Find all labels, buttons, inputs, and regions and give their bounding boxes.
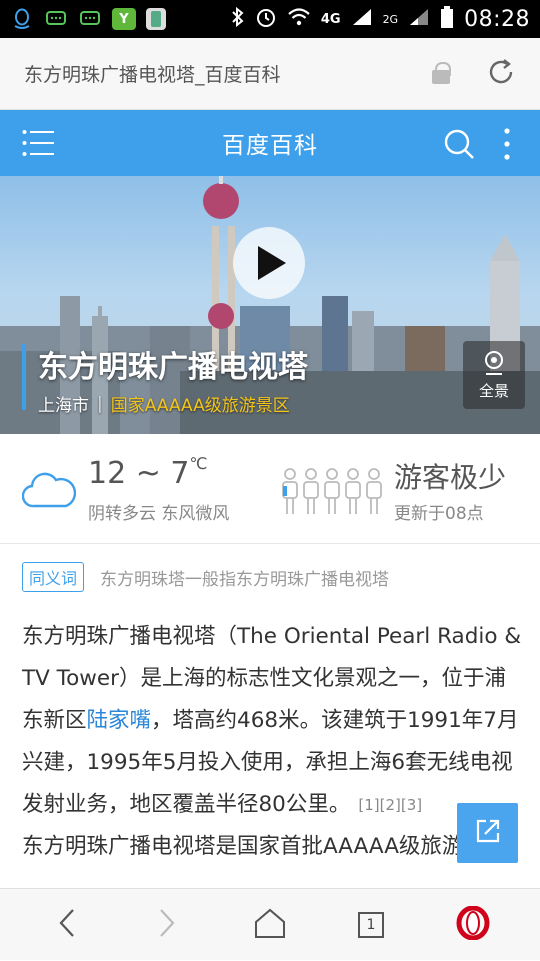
temperature-unit: ℃ [189, 454, 208, 473]
reference-links[interactable]: [1][2][3] [358, 796, 422, 814]
title-accent-bar [22, 344, 26, 410]
tabs-button[interactable]: 1 [326, 889, 416, 961]
synonym-row: 同义词 东方明珠塔一般指东方明珠广播电视塔 [22, 562, 389, 592]
battery-icon [440, 6, 454, 32]
more-vert-icon[interactable] [503, 127, 511, 165]
weather-description: 阴转多云 东风微风 [88, 504, 230, 524]
alarm-icon [255, 6, 277, 32]
location-pin-icon [483, 350, 505, 380]
status-bar: Y 4G 2G 08:28 [0, 0, 540, 38]
clock: 08:28 [464, 6, 530, 32]
panorama-button[interactable]: 全景 [463, 341, 525, 409]
weather-crowd-panel: 12 ~ 7℃ 阴转多云 东风微风 游客极少 更新于08点 [0, 434, 540, 544]
share-icon [475, 818, 501, 848]
article-paragraph-2: 东方明珠广播电视塔是国家首批AAAAA级旅游景区 [22, 834, 507, 859]
network-4g-label: 4G [320, 11, 341, 27]
opera-logo-icon [456, 905, 490, 944]
wifi-icon [287, 7, 311, 31]
hero-banner[interactable]: 东方明珠广播电视塔 上海市 | 国家AAAAA级旅游景区 全景 [0, 176, 540, 434]
panorama-label: 全景 [478, 381, 509, 400]
opera-menu-button[interactable] [428, 889, 518, 961]
chevron-right-icon [159, 908, 175, 942]
phone-manager-icon [146, 8, 166, 30]
baike-header: 百度百科 [0, 110, 540, 176]
play-video-button[interactable] [233, 227, 305, 299]
message-icon [44, 8, 68, 30]
back-button[interactable] [22, 889, 112, 961]
lujiazui-link[interactable]: 陆家嘴 [87, 708, 152, 733]
page-url-title[interactable]: 东方明珠广播电视塔_百度百科 [24, 60, 432, 87]
synonym-tag[interactable]: 同义词 [22, 562, 85, 592]
cloud-icon [21, 470, 77, 514]
article-body: 东方明珠广播电视塔（The Oriental Pearl Radio & TV … [22, 616, 522, 868]
search-icon[interactable] [442, 127, 476, 165]
home-icon [254, 908, 286, 942]
browser-address-bar[interactable]: 东方明珠广播电视塔_百度百科 [0, 38, 540, 110]
message-icon-2 [78, 8, 102, 30]
crowd-level: 游客极少 [394, 461, 507, 494]
hero-title: 东方明珠广播电视塔 [38, 350, 308, 385]
bluetooth-icon [231, 6, 245, 31]
synonym-text: 东方明珠塔一般指东方明珠广播电视塔 [100, 569, 390, 590]
crowd-people-icon [280, 466, 384, 522]
signal-icon-2 [408, 7, 430, 31]
forward-button[interactable] [122, 889, 212, 961]
city-label[interactable]: 上海市 [38, 391, 89, 416]
network-2g-label: 2G [382, 12, 399, 26]
chevron-left-icon [59, 908, 75, 942]
share-button[interactable] [457, 803, 518, 863]
separator: | [97, 393, 103, 414]
temperature-range: 12 ~ 7℃ [88, 454, 208, 491]
home-button[interactable] [225, 889, 315, 961]
app-y-icon: Y [112, 8, 136, 30]
signal-icon [351, 7, 373, 31]
tab-count: 1 [358, 912, 384, 938]
temperature-value: 12 ~ 7 [88, 456, 190, 491]
qq-notification-icon [10, 8, 34, 30]
lock-icon [432, 61, 451, 84]
hero-subtitle: 上海市 | 国家AAAAA级旅游景区 [38, 391, 290, 417]
crowd-update-time: 更新于08点 [394, 504, 484, 524]
scenic-level-badge[interactable]: 国家AAAAA级旅游景区 [111, 391, 290, 416]
refresh-icon[interactable] [486, 57, 516, 91]
browser-bottom-nav: 1 [0, 888, 540, 960]
article-paragraph: 东方明珠广播电视塔（The Oriental Pearl Radio & TV … [22, 616, 522, 826]
